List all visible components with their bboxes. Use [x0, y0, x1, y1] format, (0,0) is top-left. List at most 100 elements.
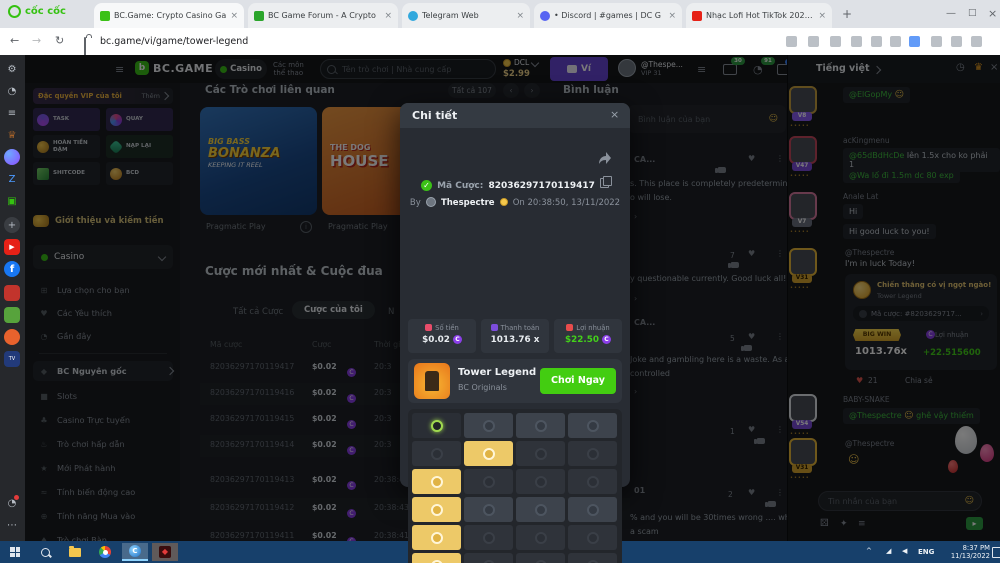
tab-youtube[interactable]: Nhạc Lofi Hot TikTok 2022 - ×: [686, 3, 832, 28]
coccoc-taskbar-icon[interactable]: C: [122, 543, 148, 561]
chat-message[interactable]: Hi good luck to you!: [843, 224, 936, 239]
share-icon[interactable]: [596, 151, 612, 165]
chat-message[interactable]: @Thespectre ☺ ghê vậy thiếm: [843, 408, 980, 424]
avatar[interactable]: [789, 248, 817, 276]
messages-icon[interactable]: [723, 64, 737, 75]
heart-icon[interactable]: ♥: [748, 488, 755, 497]
tab-telegram[interactable]: Telegram Web ×: [402, 3, 530, 28]
mention[interactable]: @ElGopMy: [849, 90, 892, 99]
heart-icon[interactable]: ♥: [748, 332, 755, 341]
promo-shitcode[interactable]: SHITCODE: [33, 162, 100, 185]
comment-input[interactable]: [636, 114, 769, 125]
chat-message[interactable]: @ElGopMy ☺: [843, 87, 910, 103]
messenger-icon[interactable]: [4, 149, 20, 165]
zalo-icon[interactable]: Z: [4, 171, 20, 187]
wallet-button[interactable]: Ví: [550, 57, 608, 81]
tab-all-bets[interactable]: Tất cả Cược: [233, 307, 283, 317]
avatar[interactable]: [789, 86, 817, 114]
layout-menu-icon[interactable]: ≡: [697, 63, 706, 76]
promo-rakeback[interactable]: HOÀN TIỀN ĐẬM: [33, 135, 100, 158]
game-provider[interactable]: Pragmatic Play: [328, 222, 388, 231]
facebook-icon[interactable]: f: [4, 261, 20, 277]
sidebar-item-feature-buyin[interactable]: ⊕ Tính năng Mua vào: [33, 506, 173, 526]
url-text[interactable]: bc.game/vi/game/tower-legend: [100, 36, 248, 47]
window-close-button[interactable]: ×: [988, 7, 997, 20]
expand-icon[interactable]: ›: [634, 294, 637, 303]
tab-bcgame-forum[interactable]: BC Game Forum - A Crypto ×: [248, 3, 398, 28]
crown-icon[interactable]: ♕: [4, 127, 20, 143]
chat-language[interactable]: Tiếng việt: [816, 63, 869, 74]
copy-icon[interactable]: [600, 178, 609, 188]
like-icon[interactable]: [718, 167, 726, 173]
like-icon[interactable]: [768, 501, 776, 507]
nav-casino[interactable]: Casino: [215, 59, 267, 79]
tray-expand-icon[interactable]: ^: [866, 547, 872, 555]
dice-icon[interactable]: ⚄: [820, 518, 829, 529]
heart-icon[interactable]: ♥: [748, 249, 755, 258]
new-tab-button[interactable]: +: [842, 7, 852, 21]
chat-message[interactable]: Hi: [843, 204, 863, 219]
smiley-icon[interactable]: ☺: [769, 114, 778, 124]
bookmark-star-icon[interactable]: [871, 36, 882, 47]
avatar[interactable]: [789, 192, 817, 220]
forward-icon[interactable]: →: [32, 34, 41, 47]
coccoc-brand[interactable]: cốc cốc: [8, 5, 66, 18]
back-icon[interactable]: ←: [10, 34, 19, 47]
game-card-big-bass-bonanza[interactable]: BIG BASS BONANZA KEEPING IT REEL: [200, 107, 317, 215]
volume-icon[interactable]: ◀: [902, 547, 907, 555]
start-button[interactable]: [2, 543, 28, 561]
promo-recharge[interactable]: NẠP LẠI: [106, 135, 173, 158]
shortcut-red-icon[interactable]: [4, 285, 20, 301]
sidebar-item-new-releases[interactable]: ★ Mới Phát hành: [33, 458, 173, 478]
trophy-icon[interactable]: ♛: [974, 62, 983, 73]
downloads-icon[interactable]: [971, 36, 982, 47]
bell-icon[interactable]: ◔: [753, 63, 763, 76]
save-extension-icon[interactable]: [909, 36, 920, 47]
info-icon[interactable]: i: [300, 221, 312, 233]
taskbar-clock[interactable]: 8:37 PM 11/13/2022: [938, 544, 990, 560]
file-explorer-icon[interactable]: [62, 543, 88, 561]
tab-bcgame[interactable]: BC.Game: Crypto Casino Ga ×: [94, 3, 244, 28]
tab-next[interactable]: N: [388, 307, 394, 317]
youtube-icon[interactable]: ▶: [4, 239, 20, 255]
reload-icon[interactable]: ↻: [55, 34, 64, 47]
play-now-button[interactable]: Chơi Ngay: [540, 368, 616, 394]
shortcut-navy-icon[interactable]: TV: [4, 351, 20, 367]
share-button[interactable]: Chia sẻ: [905, 376, 933, 385]
language-indicator[interactable]: ENG: [918, 548, 934, 556]
tab-close-icon[interactable]: ×: [668, 11, 676, 21]
rain-icon[interactable]: ✦: [840, 519, 848, 529]
chat-message[interactable]: @Wa lố đi 1.5m dc 80 exp: [843, 168, 960, 183]
screenshot-icon[interactable]: [851, 36, 862, 47]
rules-icon[interactable]: ≡: [858, 519, 866, 529]
chat-input[interactable]: [826, 496, 965, 507]
extension-icon[interactable]: [786, 36, 797, 47]
sidebar-item-hot-games[interactable]: ♨ Trò chơi hấp dẫn: [33, 434, 173, 454]
expand-icon[interactable]: ›: [634, 212, 637, 221]
search-input[interactable]: [340, 64, 489, 75]
sidebar-item-slots[interactable]: ■ Slots: [33, 386, 173, 406]
promo-bcd[interactable]: BCD: [106, 162, 173, 185]
history-sync-icon[interactable]: [931, 36, 942, 47]
mention[interactable]: @Thespectre: [849, 411, 902, 420]
player-name[interactable]: Thespectre: [441, 198, 495, 208]
tab-close-icon[interactable]: ×: [230, 11, 238, 21]
game-app-icon[interactable]: ◆: [152, 543, 178, 561]
chat-close-icon[interactable]: ×: [990, 62, 998, 73]
chat-username[interactable]: @Thespectre: [845, 439, 894, 448]
chrome-icon[interactable]: [92, 543, 118, 561]
comment-author[interactable]: CA...: [634, 318, 655, 327]
user-widget[interactable]: @Thespe... VIP 31: [618, 59, 683, 77]
like-icon[interactable]: [744, 345, 752, 351]
chat-username[interactable]: acKingmenu: [843, 136, 890, 145]
avatar[interactable]: [789, 438, 817, 466]
refer-and-earn[interactable]: Giới thiệu và kiếm tiền: [33, 215, 164, 227]
add-shortcut-icon[interactable]: +: [4, 217, 20, 233]
mention[interactable]: @65dBdHcDe: [849, 151, 904, 160]
vip-more[interactable]: Thêm: [142, 92, 160, 100]
more-icon[interactable]: ⋯: [4, 517, 20, 533]
more-options-icon[interactable]: ⋮: [776, 332, 784, 341]
like-icon[interactable]: [731, 262, 739, 268]
site-logo[interactable]: b BC.GAME: [135, 61, 213, 75]
adblock-shield-icon[interactable]: [890, 36, 901, 47]
